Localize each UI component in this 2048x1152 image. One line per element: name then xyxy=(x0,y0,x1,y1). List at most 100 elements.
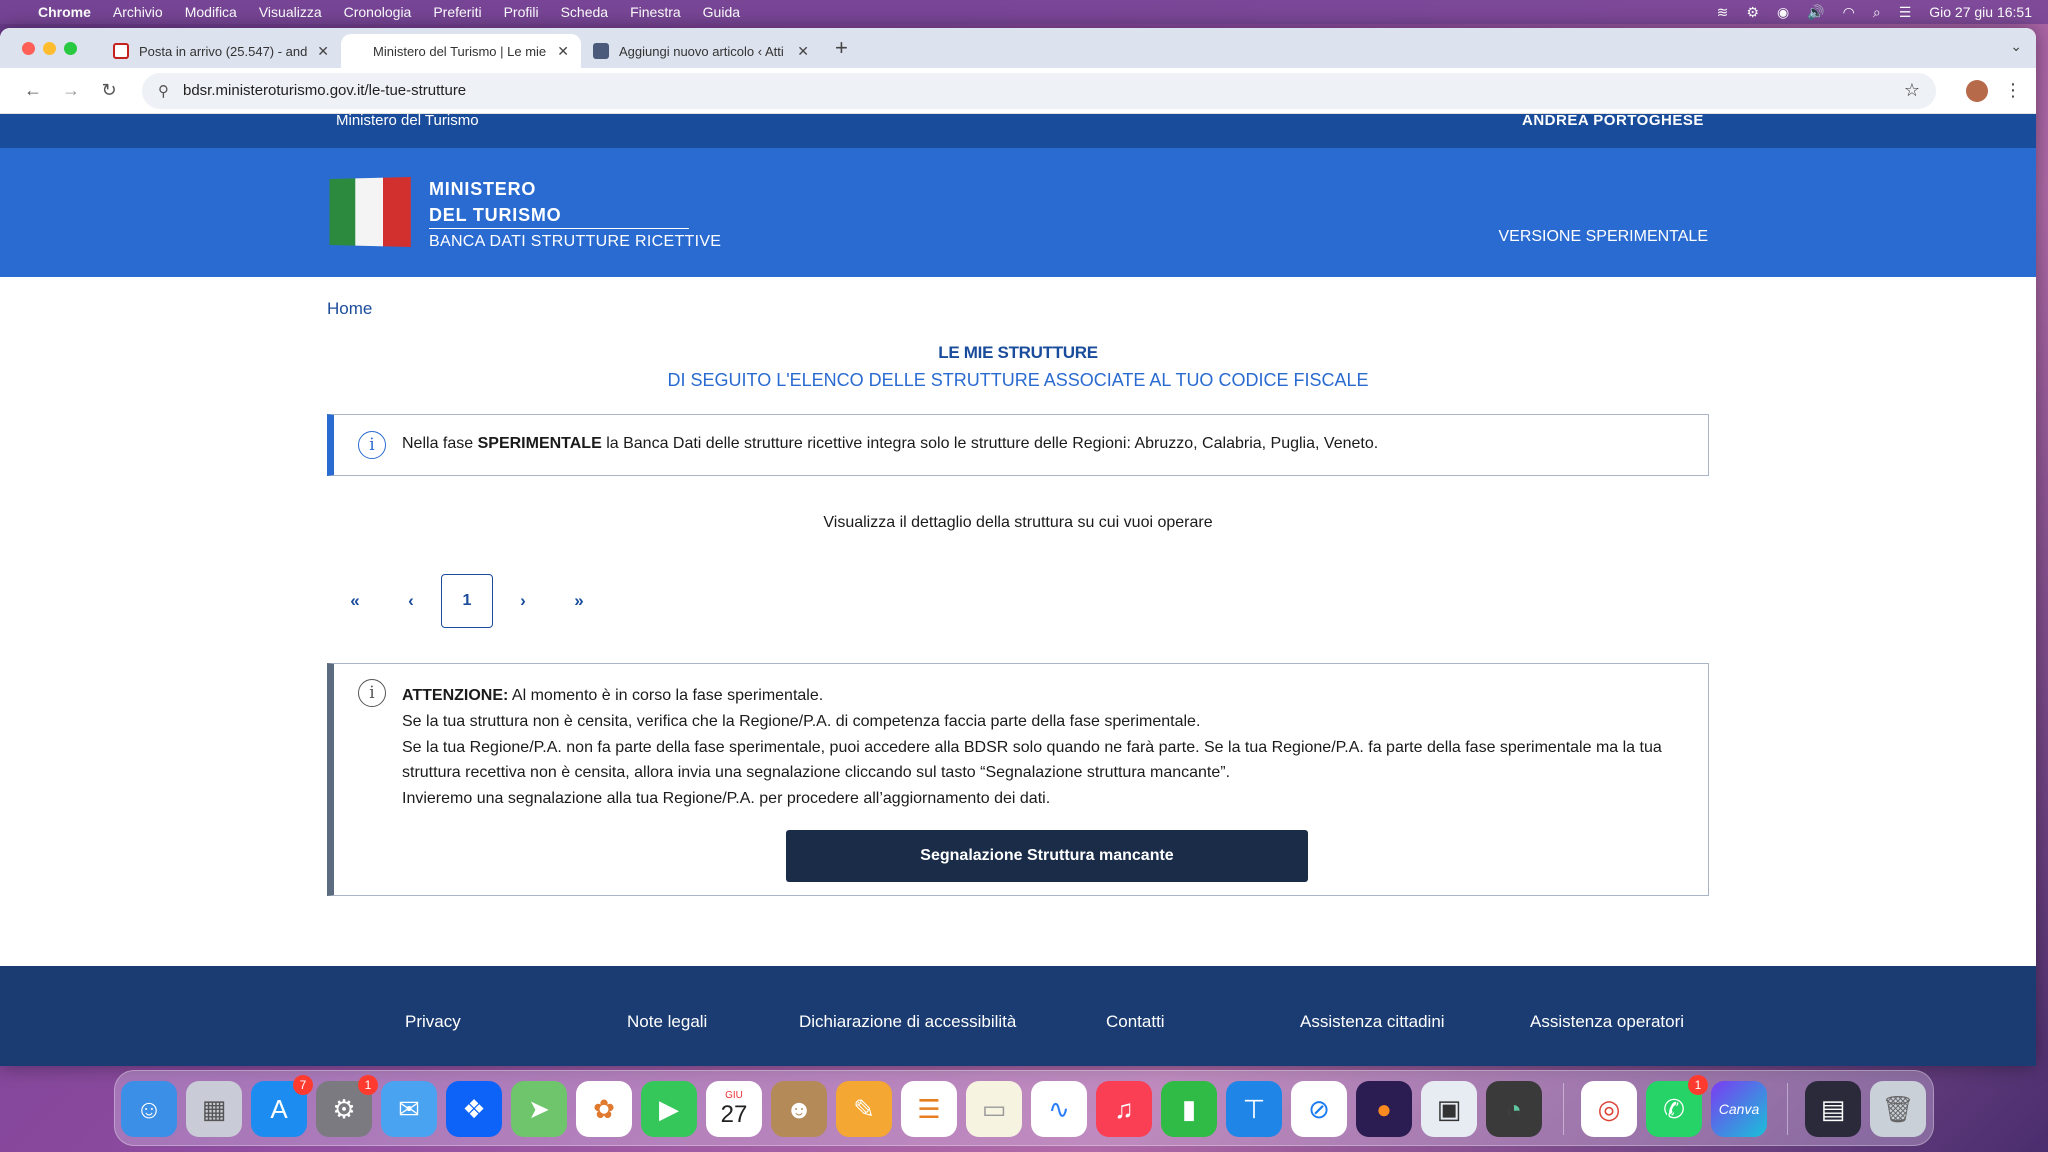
pages-icon[interactable]: ✎ xyxy=(836,1081,892,1137)
slim-header-ministry-link[interactable]: Ministero del Turismo xyxy=(336,114,479,129)
minimize-window-button[interactable] xyxy=(43,41,56,55)
mail-icon[interactable]: ✉ xyxy=(381,1081,437,1137)
bookmark-star-icon[interactable]: ☆ xyxy=(1904,80,1920,101)
sync-icon[interactable]: ≋ xyxy=(1717,4,1729,21)
info-text: Nella fase SPERIMENTALE la Banca Dati de… xyxy=(402,435,1379,452)
tab-bar: Posta in arrivo (25.547) - and ✕ Ministe… xyxy=(0,28,2036,68)
close-tab-icon[interactable]: ✕ xyxy=(797,43,809,60)
pagination-first-button[interactable]: « xyxy=(327,591,383,611)
menu-archivio[interactable]: Archivio xyxy=(113,4,163,20)
maps-icon[interactable]: ➤ xyxy=(511,1081,567,1137)
close-window-button[interactable] xyxy=(22,41,35,55)
report-missing-structure-button[interactable]: Segnalazione Struttura mancante xyxy=(786,830,1308,882)
menu-guida[interactable]: Guida xyxy=(703,4,740,20)
wifi-icon[interactable]: ◠ xyxy=(1843,4,1855,21)
notes-icon[interactable]: ▭ xyxy=(966,1081,1022,1137)
menu-scheda[interactable]: Scheda xyxy=(561,4,608,20)
tab-gmail[interactable]: Posta in arrivo (25.547) - and ✕ xyxy=(101,34,341,68)
gmail-favicon-icon xyxy=(113,43,129,59)
menu-preferiti[interactable]: Preferiti xyxy=(433,4,481,20)
music-icon[interactable]: ♫ xyxy=(1096,1081,1152,1137)
italian-flag-logo xyxy=(329,177,411,247)
footer-link-assistenza-cittadini[interactable]: Assistenza cittadini xyxy=(1300,1012,1445,1032)
forward-button[interactable]: → xyxy=(52,80,90,101)
photos-icon[interactable]: ✿ xyxy=(576,1081,632,1137)
canva-icon[interactable]: Canva xyxy=(1711,1081,1767,1137)
trash-icon[interactable]: 🗑 xyxy=(1870,1081,1926,1137)
chrome-menu-icon[interactable]: ⋮ xyxy=(2004,80,2022,101)
footer-link-assistenza-operatori[interactable]: Assistenza operatori xyxy=(1530,1012,1684,1032)
close-tab-icon[interactable]: ✕ xyxy=(317,43,329,60)
calendar-icon[interactable]: GIU 27 xyxy=(706,1081,762,1137)
footer-link-privacy[interactable]: Privacy xyxy=(405,1012,461,1032)
version-label: VERSIONE SPERIMENTALE xyxy=(1498,228,1708,245)
profile-avatar[interactable] xyxy=(1966,79,1988,102)
pagination-prev-button[interactable]: ‹ xyxy=(383,591,439,611)
keynote-icon[interactable]: ⊤ xyxy=(1226,1081,1282,1137)
new-tab-button[interactable]: + xyxy=(835,35,848,61)
site-footer: Privacy Note legali Dichiarazione di acc… xyxy=(0,966,2036,1066)
main-content: Home LE MIE STRUTTURE DI SEGUITO L'ELENC… xyxy=(0,277,2036,966)
extension-icon[interactable]: ⚙ xyxy=(1746,4,1759,21)
volume-icon[interactable]: 🔊 xyxy=(1807,4,1824,21)
macos-dock: ☺ ▦ A7 ⚙ 1 ✉ ❖ ➤ ✿ ▶ GIU 27 ☻ ✎ ☰ ▭ ∿ ♫ ▮ … xyxy=(114,1070,1934,1146)
finder-icon[interactable]: ☺ xyxy=(121,1081,177,1137)
pagination-current-page[interactable]: 1 xyxy=(441,574,493,628)
safari-icon[interactable]: ⊘ xyxy=(1291,1081,1347,1137)
address-bar[interactable]: ⚲ bdsr.ministeroturismo.gov.it/le-tue-st… xyxy=(142,72,1936,109)
launchpad-icon[interactable]: ▦ xyxy=(186,1081,242,1137)
menu-app-chrome[interactable]: Chrome xyxy=(38,4,91,20)
footer-link-contatti[interactable]: Contatti xyxy=(1106,1012,1165,1032)
recent-window-thumbnail-icon[interactable]: ▤ xyxy=(1805,1081,1861,1137)
chrome-window: Posta in arrivo (25.547) - and ✕ Ministe… xyxy=(0,28,2036,1066)
window-controls xyxy=(22,41,77,55)
brand-line1: MINISTERO xyxy=(429,179,537,199)
warning-text: ATTENZIONE: Al momento è in corso la fas… xyxy=(402,687,1662,808)
contacts-icon[interactable]: ☻ xyxy=(771,1081,827,1137)
tab-search-chevron-icon[interactable]: ⌄ xyxy=(2010,38,2022,55)
activity-monitor-icon[interactable]: ◔ xyxy=(1486,1081,1542,1137)
freeform-icon[interactable]: ∿ xyxy=(1031,1081,1087,1137)
menu-finestra[interactable]: Finestra xyxy=(630,4,681,20)
macos-menubar: Chrome Archivio Modifica Visualizza Cron… xyxy=(0,0,2048,24)
firefox-icon[interactable]: ● xyxy=(1356,1081,1412,1137)
breadcrumb-home[interactable]: Home xyxy=(327,299,372,319)
reminders-icon[interactable]: ☰ xyxy=(901,1081,957,1137)
system-settings-icon[interactable]: ⚙ 1 xyxy=(316,1075,378,1137)
footer-link-note-legali[interactable]: Note legali xyxy=(627,1012,707,1032)
control-center-icon[interactable]: ☰ xyxy=(1899,4,1912,21)
dock-separator xyxy=(1787,1083,1788,1135)
shazam-icon[interactable]: ◉ xyxy=(1777,4,1789,21)
reload-button[interactable]: ↻ xyxy=(90,80,128,101)
page-title: LE MIE STRUTTURE xyxy=(938,343,1098,362)
site-brand[interactable]: MINISTERO DEL TURISMO BANCA DATI STRUTTU… xyxy=(429,176,721,251)
close-tab-icon[interactable]: ✕ xyxy=(557,43,569,60)
site-info-icon[interactable]: ⚲ xyxy=(158,82,169,100)
menu-cronologia[interactable]: Cronologia xyxy=(344,4,412,20)
numbers-icon[interactable]: ▮ xyxy=(1161,1081,1217,1137)
tab-ministero[interactable]: Ministero del Turismo | Le mie ✕ xyxy=(341,34,581,68)
app-store-icon[interactable]: A7 xyxy=(251,1075,313,1137)
spotlight-search-icon[interactable]: ⌕ xyxy=(1873,4,1881,21)
back-button[interactable]: ← xyxy=(14,80,52,101)
dropbox-icon[interactable]: ❖ xyxy=(446,1081,502,1137)
pagination-next-button[interactable]: › xyxy=(495,591,551,611)
whatsapp-icon[interactable]: ✆ 1 xyxy=(1646,1075,1708,1137)
fullscreen-window-button[interactable] xyxy=(64,41,77,55)
logged-user-name[interactable]: ANDREA PORTOGHESE xyxy=(1522,114,1704,129)
tab-title: Aggiungi nuovo articolo ‹ Atti xyxy=(619,43,784,59)
tab-wordpress[interactable]: Aggiungi nuovo articolo ‹ Atti ✕ xyxy=(581,34,821,68)
menu-modifica[interactable]: Modifica xyxy=(185,4,237,20)
facetime-icon[interactable]: ▶ xyxy=(641,1081,697,1137)
footer-link-accessibilita[interactable]: Dichiarazione di accessibilità xyxy=(799,1012,1016,1032)
pagination: « ‹ 1 › » xyxy=(327,574,607,628)
info-icon: i xyxy=(358,679,386,707)
menu-profili[interactable]: Profili xyxy=(504,4,539,20)
chrome-icon[interactable]: ◎ xyxy=(1581,1081,1637,1137)
menu-visualizza[interactable]: Visualizza xyxy=(259,4,322,20)
site-favicon-icon xyxy=(593,43,609,59)
menubar-clock[interactable]: Gio 27 giu 16:51 xyxy=(1929,4,2032,20)
preview-icon[interactable]: ▣ xyxy=(1421,1081,1477,1137)
url-text[interactable]: bdsr.ministeroturismo.gov.it/le-tue-stru… xyxy=(183,82,1904,99)
pagination-last-button[interactable]: » xyxy=(551,591,607,611)
